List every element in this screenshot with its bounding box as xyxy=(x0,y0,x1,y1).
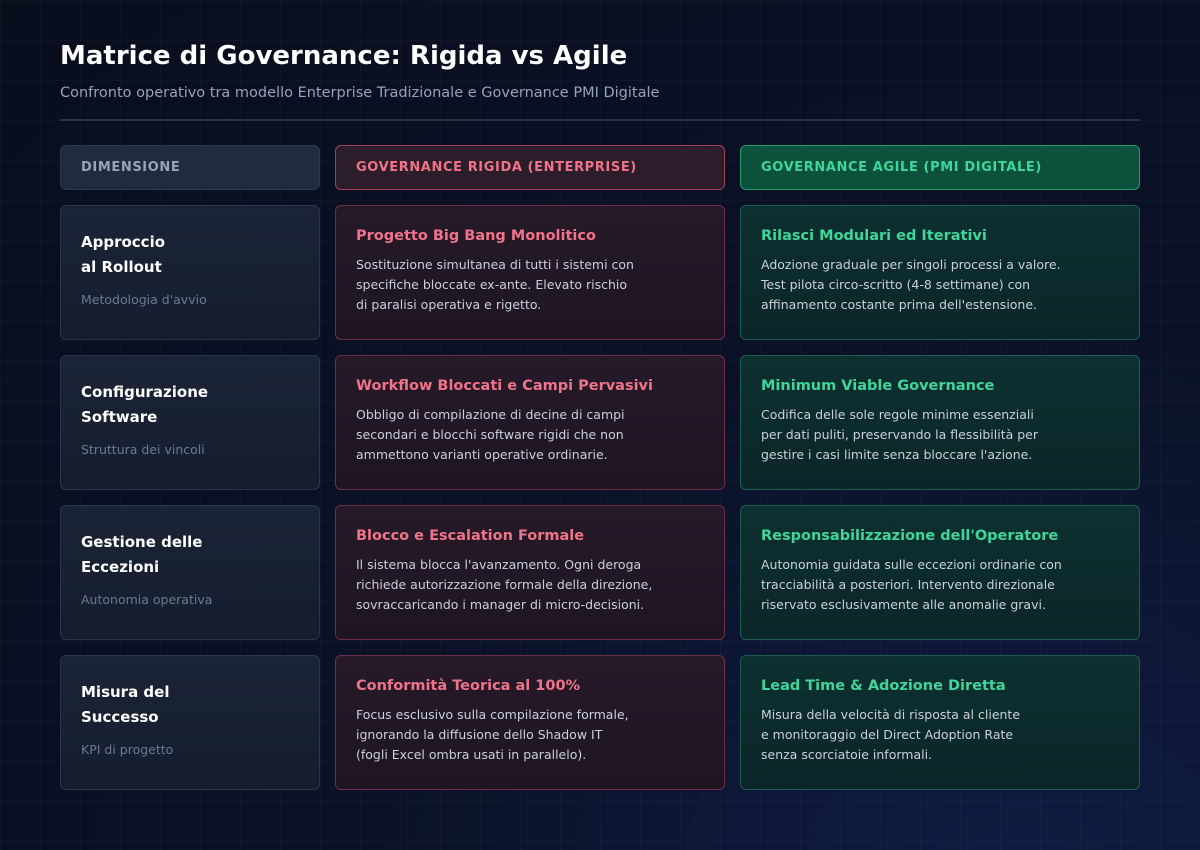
dimension-cell-exceptions: Gestione delle Eccezioni Autonomia opera… xyxy=(60,505,320,640)
rigid-card-success: Conformità Teorica al 100% Focus esclusi… xyxy=(335,655,725,790)
agile-card-description: Autonomia guidata sulle eccezioni ordina… xyxy=(761,557,1062,612)
rigid-card-description: Sostituzione simultanea di tutti i siste… xyxy=(356,257,634,312)
agile-card-title: Responsabilizzazione dell'Operatore xyxy=(761,528,1059,544)
rigid-card-exceptions: Blocco e Escalation Formale Il sistema b… xyxy=(335,505,725,640)
dimension-subtitle: Autonomia operativa xyxy=(81,592,213,607)
agile-card-description: Adozione graduale per singoli processi a… xyxy=(761,257,1061,312)
column-header-agile: GOVERNANCE AGILE (PMI DIGITALE) xyxy=(740,145,1140,190)
page-title: Matrice di Governance: Rigida vs Agile xyxy=(60,41,628,71)
rigid-card-description: Focus esclusivo sulla compilazione forma… xyxy=(356,707,629,762)
agile-card-description: Codifica delle sole regole minime essenz… xyxy=(761,407,1038,462)
dimension-cell-success: Misura del Successo KPI di progetto xyxy=(60,655,320,790)
rigid-card-title: Blocco e Escalation Formale xyxy=(356,528,585,544)
page-subtitle: Confronto operativo tra modello Enterpri… xyxy=(60,85,660,101)
dimension-cell-rollout: Approccio al Rollout Metodologia d'avvio xyxy=(60,205,320,340)
rigid-card-description: Obbligo di compilazione di decine di cam… xyxy=(356,407,625,462)
dimension-subtitle: Struttura dei vincoli xyxy=(81,442,205,457)
dimension-title: Gestione delle Eccezioni xyxy=(81,533,203,576)
agile-card-success: Lead Time & Adozione Diretta Misura dell… xyxy=(740,655,1140,790)
rigid-card-description: Il sistema blocca l'avanzamento. Ogni de… xyxy=(356,557,653,612)
agile-card-exceptions: Responsabilizzazione dell'Operatore Auto… xyxy=(740,505,1140,640)
dimension-subtitle: KPI di progetto xyxy=(81,742,174,757)
agile-card-title: Rilasci Modulari ed Iterativi xyxy=(761,228,987,244)
rigid-card-title: Conformità Teorica al 100% xyxy=(356,678,581,694)
rigid-card-configuration: Workflow Bloccati e Campi Pervasivi Obbl… xyxy=(335,355,725,490)
agile-card-title: Minimum Viable Governance xyxy=(761,378,995,394)
rigid-card-rollout: Progetto Big Bang Monolitico Sostituzion… xyxy=(335,205,725,340)
dimension-title: Misura del Successo xyxy=(81,683,170,726)
dimension-title: Configurazione Software xyxy=(81,383,209,426)
rigid-card-title: Progetto Big Bang Monolitico xyxy=(356,228,596,244)
rigid-card-title: Workflow Bloccati e Campi Pervasivi xyxy=(356,378,653,394)
agile-card-configuration: Minimum Viable Governance Codifica delle… xyxy=(740,355,1140,490)
agile-card-rollout: Rilasci Modulari ed Iterativi Adozione g… xyxy=(740,205,1140,340)
agile-card-description: Misura della velocità di risposta al cli… xyxy=(761,707,1021,762)
dimension-title: Approccio al Rollout xyxy=(81,233,166,276)
dimension-cell-configuration: Configurazione Software Struttura dei vi… xyxy=(60,355,320,490)
column-header-rigid: GOVERNANCE RIGIDA (ENTERPRISE) xyxy=(335,145,725,190)
column-header-dimension: DIMENSIONE xyxy=(60,145,320,190)
header-divider xyxy=(60,119,1140,121)
dimension-subtitle: Metodologia d'avvio xyxy=(81,292,207,307)
agile-card-title: Lead Time & Adozione Diretta xyxy=(761,678,1006,694)
